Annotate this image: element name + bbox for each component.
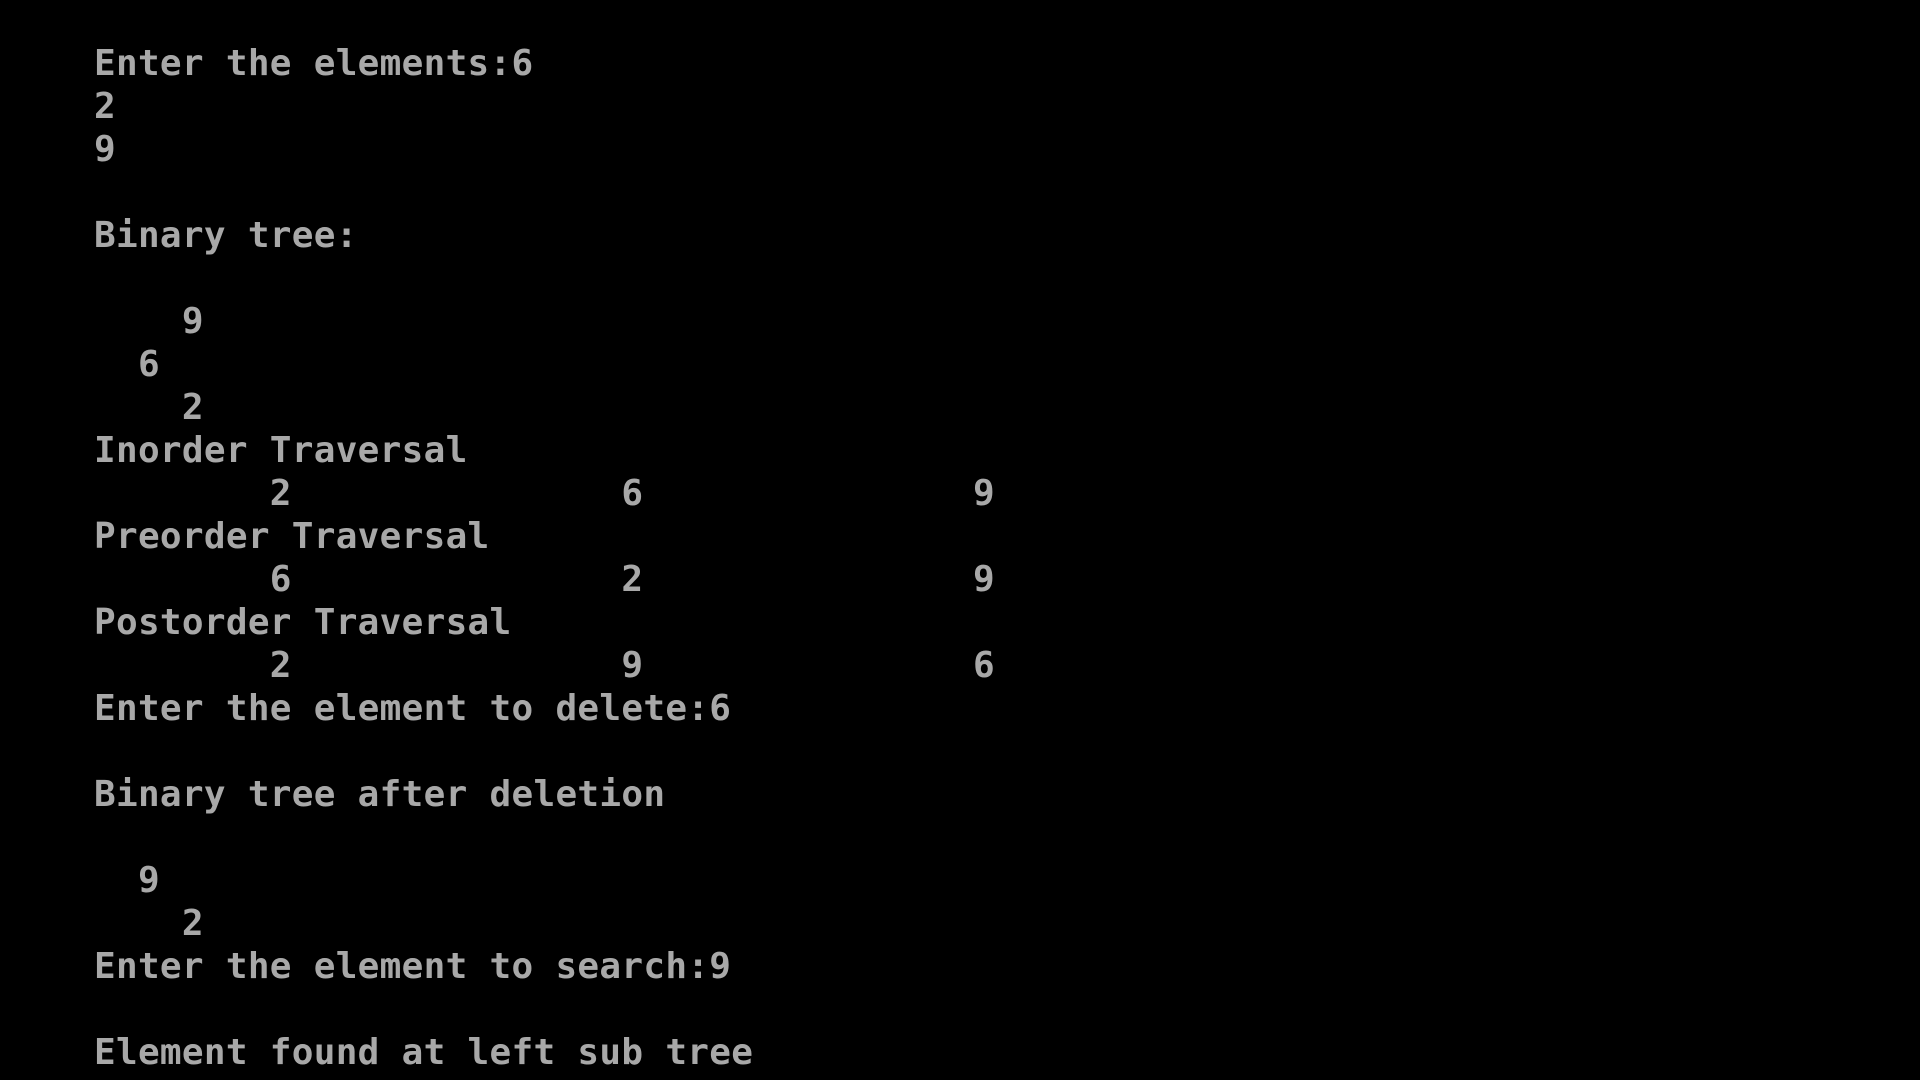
console-window: Enter the elements:6 2 9 Binary tree: 9 …	[0, 0, 1920, 1080]
search-prompt: Enter the element to search:9	[94, 946, 732, 987]
console-line-input-2: 2	[94, 86, 116, 127]
postorder-values: 2 9 6	[94, 645, 995, 686]
console-line-input-9: 9	[94, 129, 116, 170]
search-result: Element found at left sub tree	[94, 1032, 754, 1073]
tree-after-deletion-heading: Binary tree after deletion	[94, 774, 666, 815]
preorder-values: 6 2 9	[94, 559, 995, 600]
preorder-heading: Preorder Traversal	[94, 516, 490, 557]
tree-after-node-root: 9	[94, 860, 160, 901]
console-line-binary-tree-heading: Binary tree:	[94, 215, 358, 256]
delete-prompt: Enter the element to delete:6	[94, 688, 732, 729]
console-line-enter-elements: Enter the elements:6	[94, 43, 534, 84]
inorder-values: 2 6 9	[94, 473, 995, 514]
tree-node-root: 6	[94, 344, 160, 385]
tree-after-node-left: 2	[94, 903, 204, 944]
postorder-heading: Postorder Traversal	[94, 602, 512, 643]
inorder-heading: Inorder Traversal	[94, 430, 468, 471]
tree-node-left: 2	[94, 387, 204, 428]
tree-node-right: 9	[94, 301, 204, 342]
